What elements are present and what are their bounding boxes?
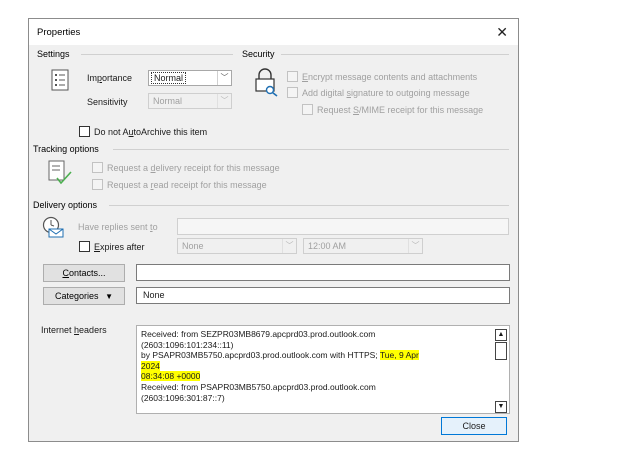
properties-dialog: Properties ✕ Settings Importance Normal … (28, 18, 519, 442)
internet-headers-textbox[interactable]: Received: from SEZPR03MB8679.apcprd03.pr… (136, 325, 510, 414)
contacts-field[interactable] (136, 264, 510, 281)
importance-label: Importance (87, 73, 133, 83)
clock-envelope-icon (42, 216, 64, 238)
read-receipt-checkbox[interactable] (92, 179, 103, 190)
scroll-thumb[interactable] (495, 342, 507, 360)
list-icon (51, 69, 69, 91)
smime-label: Request S/MIME receipt for this message (317, 105, 484, 115)
expires-time-dropdown[interactable]: 12:00 AM ﹀ (303, 238, 423, 254)
expires-label: Expires after (94, 242, 145, 252)
chevron-down-icon: ﹀ (217, 94, 231, 108)
header-line: (2603:1096:301:87::7) (141, 392, 225, 403)
importance-dropdown[interactable]: Normal ﹀ (148, 70, 232, 86)
internet-headers-label: Internet headers (41, 325, 107, 335)
security-divider (281, 54, 509, 55)
header-line: (2603:1096:101:234::11) (141, 339, 234, 350)
encrypt-checkbox[interactable] (287, 71, 298, 82)
dropdown-arrow-icon: ▼ (105, 292, 113, 301)
header-line: 08:34:08 +0000 (141, 371, 491, 382)
header-line: Received: from PSAPR03MB5750.apcprd03.pr… (141, 381, 376, 392)
scroll-up-icon[interactable]: ▲ (495, 329, 507, 341)
signature-checkbox[interactable] (287, 87, 298, 98)
expires-date-value: None (182, 241, 204, 251)
padlock-key-icon (255, 68, 278, 97)
delivery-divider (109, 205, 509, 206)
chevron-down-icon: ﹀ (217, 71, 231, 85)
tracking-checklist-icon (48, 160, 72, 185)
close-icon[interactable]: ✕ (496, 24, 508, 41)
settings-heading: Settings (37, 49, 70, 59)
importance-value: Normal (151, 72, 187, 84)
smime-checkbox[interactable] (302, 104, 313, 115)
contacts-button[interactable]: Contacts... (43, 264, 125, 282)
highlight: 08:34:08 +0000 (141, 371, 201, 382)
autoarchive-label: Do not AutoArchive this item (94, 127, 208, 137)
scroll-down-icon[interactable]: ▼ (495, 401, 507, 413)
chevron-down-icon: ﹀ (282, 239, 296, 253)
read-receipt-label: Request a read receipt for this message (107, 180, 267, 190)
headers-scrollbar[interactable]: ▲ ▼ (495, 329, 507, 413)
delivery-receipt-label: Request a delivery receipt for this mess… (107, 163, 280, 173)
delivery-heading: Delivery options (33, 200, 98, 210)
expires-date-dropdown[interactable]: None ﹀ (177, 238, 297, 254)
title-bar: Properties ✕ (29, 19, 518, 45)
replies-field[interactable] (177, 218, 509, 235)
highlight: Tue, 9 Apr (379, 350, 419, 361)
header-line: by PSAPR03MB5750.apcprd03.prod.outlook.c… (141, 350, 419, 361)
autoarchive-checkbox[interactable] (79, 126, 90, 137)
close-button[interactable]: Close (441, 417, 507, 435)
header-line: Received: from SEZPR03MB8679.apcprd03.pr… (141, 329, 376, 339)
tracking-divider (113, 149, 509, 150)
sensitivity-dropdown[interactable]: Normal ﹀ (148, 93, 232, 109)
categories-button[interactable]: Categories ▼ (43, 287, 125, 305)
chevron-down-icon: ﹀ (408, 239, 422, 253)
delivery-receipt-checkbox[interactable] (92, 162, 103, 173)
sensitivity-value: Normal (153, 96, 183, 106)
signature-label: Add digital signature to outgoing messag… (302, 88, 470, 98)
encrypt-label: Encrypt message contents and attachments (302, 72, 478, 82)
header-line: 2024 (141, 360, 491, 372)
categories-field[interactable]: None (136, 287, 510, 304)
replies-label: Have replies sent to (78, 222, 158, 232)
highlight: 2024 (141, 360, 160, 371)
tracking-heading: Tracking options (33, 144, 99, 154)
settings-divider (81, 54, 233, 55)
security-heading: Security (242, 49, 275, 59)
internet-headers-text: Received: from SEZPR03MB8679.apcprd03.pr… (141, 329, 491, 403)
expires-checkbox[interactable] (79, 241, 90, 252)
sensitivity-label: Sensitivity (87, 97, 128, 107)
window-title: Properties (37, 27, 81, 38)
expires-time-value: 12:00 AM (308, 241, 347, 251)
